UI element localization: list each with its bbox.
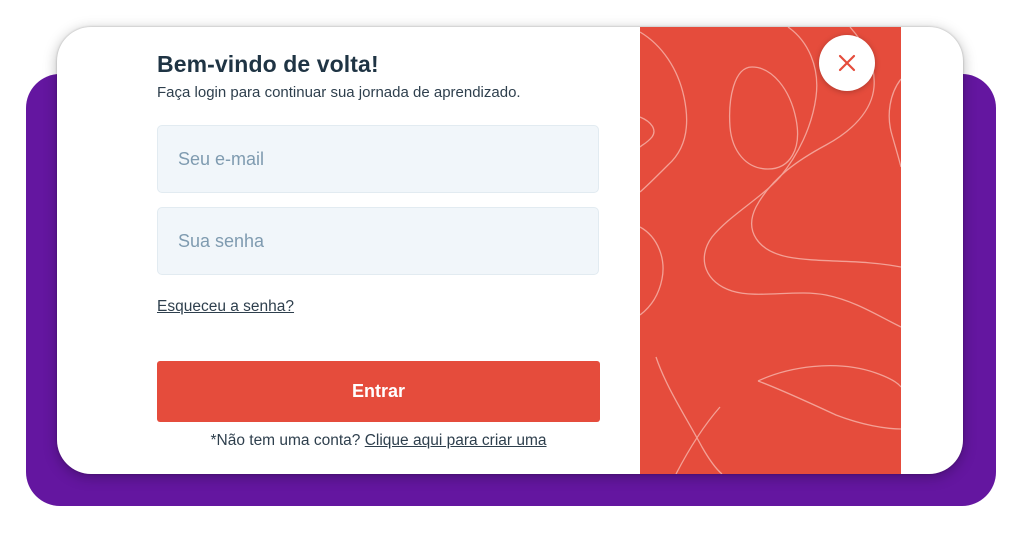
screen: Bem-vindo de volta! Faça login para cont… — [0, 0, 1024, 536]
login-button[interactable]: Entrar — [157, 361, 600, 422]
password-field-container — [157, 207, 599, 275]
decorative-panel — [640, 27, 901, 474]
login-modal: Bem-vindo de volta! Faça login para cont… — [57, 27, 963, 474]
password-field[interactable] — [158, 208, 598, 274]
close-icon — [838, 54, 856, 72]
welcome-subtitle: Faça login para continuar sua jornada de… — [157, 84, 521, 101]
close-button[interactable] — [819, 35, 875, 91]
signup-prompt-text: *Não tem uma conta? — [210, 432, 361, 449]
topographic-pattern-icon — [640, 27, 901, 474]
welcome-title: Bem-vindo de volta! — [157, 51, 379, 77]
email-field[interactable] — [158, 126, 598, 192]
email-field-container — [157, 125, 599, 193]
signup-link[interactable]: Clique aqui para criar uma — [365, 432, 547, 449]
forgot-password-link[interactable]: Esqueceu a senha? — [157, 298, 294, 316]
signup-prompt: *Não tem uma conta? Clique aqui para cri… — [157, 432, 600, 450]
login-form: Bem-vindo de volta! Faça login para cont… — [157, 27, 601, 474]
